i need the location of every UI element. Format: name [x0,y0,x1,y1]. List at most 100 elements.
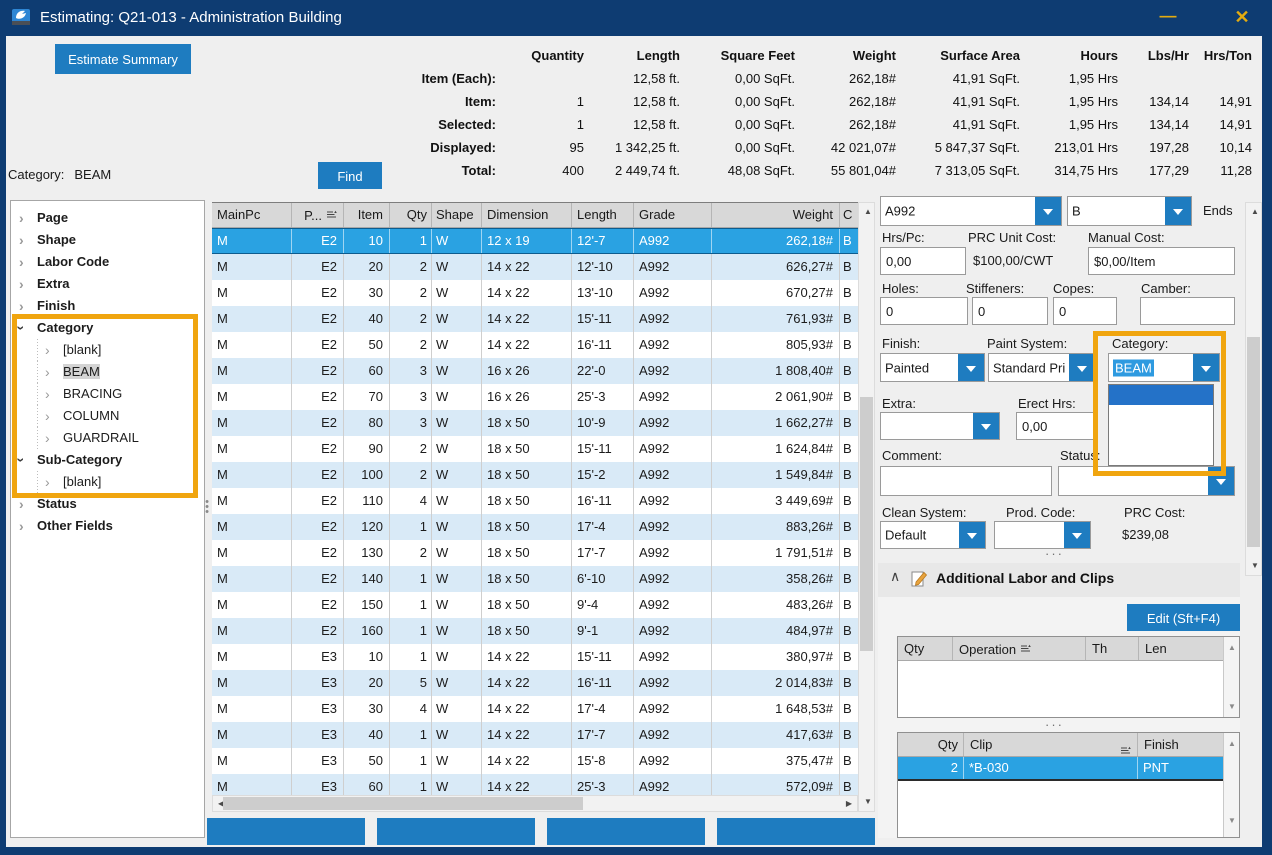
clean-system-combobox[interactable]: Default [880,521,986,549]
clips-col-finish[interactable]: Finish [1138,733,1225,756]
table-row[interactable]: M E2 70 3 W 16 x 26 25'-3 A992 2 061,90#… [212,384,858,410]
comment-field[interactable] [880,466,1052,496]
expander-icon[interactable] [45,339,59,361]
edit-clips-button[interactable]: Edit (Sft+F4) [1127,604,1240,631]
expander-icon[interactable] [19,449,33,471]
estimate-summary-button[interactable]: Estimate Summary [55,44,191,74]
panel-splitter-handle[interactable]: ••• [204,500,210,540]
grid-horizontal-scrollbar[interactable]: ◀ ▶ [212,795,858,812]
table-row[interactable]: M E3 40 1 W 14 x 22 17'-7 A992 417,63# B [212,722,858,748]
expander-icon[interactable] [19,207,33,229]
stiffeners-field[interactable] [972,297,1048,325]
expander-icon[interactable] [19,273,33,295]
ops-col-operation[interactable]: Operation [953,637,1086,660]
tree-item[interactable]: GUARDRAIL [11,427,204,449]
table-row[interactable]: M E2 110 4 W 18 x 50 16'-11 A992 3 449,6… [212,488,858,514]
scroll-right-icon[interactable]: ▶ [846,800,852,808]
close-button[interactable]: ✕ [1222,0,1262,36]
expander-icon[interactable] [19,317,33,339]
clips-scrollbar[interactable]: ▲ ▼ [1223,733,1239,837]
chevron-down-icon[interactable] [1035,197,1061,225]
tree-item[interactable]: Finish [11,295,204,317]
table-row[interactable]: M E2 140 1 W 18 x 50 6'-10 A992 358,26# … [212,566,858,592]
tree-item[interactable]: Other Fields [11,515,204,537]
expander-icon[interactable] [19,229,33,251]
clip-row[interactable]: 2 *B-030 PNT [898,757,1239,781]
tree-item[interactable]: BEAM [11,361,204,383]
chevron-down-icon[interactable] [1064,522,1090,548]
dropdown-option[interactable] [1109,385,1213,405]
footer-button[interactable] [377,818,535,845]
table-row[interactable]: M E2 80 3 W 18 x 50 10'-9 A992 1 662,27#… [212,410,858,436]
clips-col-qty[interactable]: Qty [898,733,964,756]
finish-combobox[interactable]: Painted [880,353,985,382]
manual-cost-field[interactable] [1088,247,1235,275]
expander-icon[interactable] [45,427,59,449]
chevron-down-icon[interactable] [959,522,985,548]
section-splitter-handle[interactable]: ··· [1045,717,1064,732]
expander-icon[interactable] [45,471,59,493]
table-row[interactable]: M E2 90 2 W 18 x 50 15'-11 A992 1 624,84… [212,436,858,462]
table-row[interactable]: M E2 130 2 W 18 x 50 17'-7 A992 1 791,51… [212,540,858,566]
table-row[interactable]: M E3 60 1 W 14 x 22 25'-3 A992 572,09# B [212,774,858,795]
dropdown-option[interactable] [1109,445,1213,465]
tree-item[interactable]: Sub-Category [11,449,204,471]
tree-item[interactable]: [blank] [11,339,204,361]
table-row[interactable]: M E2 120 1 W 18 x 50 17'-4 A992 883,26# … [212,514,858,540]
chevron-down-icon[interactable] [1193,354,1219,381]
expander-icon[interactable] [45,383,59,405]
operations-scrollbar[interactable]: ▲ ▼ [1223,637,1239,717]
table-row[interactable]: M E2 160 1 W 18 x 50 9'-1 A992 484,97# B [212,618,858,644]
extra-combobox[interactable] [880,412,1000,440]
expander-icon[interactable] [19,295,33,317]
erect-hrs-field[interactable] [1016,412,1096,440]
chevron-down-icon[interactable] [1069,354,1095,381]
scroll-up-icon[interactable]: ▲ [1228,739,1236,748]
panel-scroll-thumb[interactable] [1247,337,1260,547]
expander-icon[interactable] [19,493,33,515]
expander-icon[interactable] [45,361,59,383]
chevron-down-icon[interactable] [958,354,984,381]
expander-icon[interactable] [45,405,59,427]
prod-code-combobox[interactable] [994,521,1091,549]
table-row[interactable]: M E2 30 2 W 14 x 22 13'-10 A992 670,27# … [212,280,858,306]
minimize-button[interactable]: — [1148,0,1188,36]
chevron-down-icon[interactable] [1165,197,1191,225]
dropdown-option[interactable] [1109,425,1213,445]
copes-field[interactable] [1053,297,1117,325]
tree-item[interactable]: COLUMN [11,405,204,427]
table-row[interactable]: M E3 30 4 W 14 x 22 17'-4 A992 1 648,53#… [212,696,858,722]
footer-button[interactable] [717,818,875,845]
paint-system-combobox[interactable]: Standard Pri [988,353,1096,382]
panel-vertical-scrollbar[interactable]: ▲ ▼ [1245,202,1262,576]
expander-icon[interactable] [19,251,33,273]
table-row[interactable]: M E2 100 2 W 18 x 50 15'-2 A992 1 549,84… [212,462,858,488]
vertical-scroll-thumb[interactable] [860,397,873,651]
scroll-down-icon[interactable]: ▼ [864,798,872,806]
tree-item[interactable]: [blank] [11,471,204,493]
scroll-up-icon[interactable]: ▲ [864,208,872,216]
table-row[interactable]: M E2 20 2 W 14 x 22 12'-10 A992 626,27# … [212,254,858,280]
col-category[interactable]: C [840,203,858,227]
table-row[interactable]: M E3 10 1 W 14 x 22 15'-11 A992 380,97# … [212,644,858,670]
scroll-down-icon[interactable]: ▼ [1251,562,1259,570]
horizontal-scroll-thumb[interactable] [223,797,583,810]
ops-col-qty[interactable]: Qty [898,637,953,660]
col-weight[interactable]: Weight [712,203,840,227]
holes-field[interactable] [880,297,968,325]
dropdown-option[interactable] [1109,405,1213,425]
tree-item[interactable]: Page [11,207,204,229]
tree-item[interactable]: Extra [11,273,204,295]
scroll-down-icon[interactable]: ▼ [1228,702,1236,711]
table-row[interactable]: M E2 40 2 W 14 x 22 15'-11 A992 761,93# … [212,306,858,332]
ops-col-th[interactable]: Th [1086,637,1139,660]
clips-col-clip[interactable]: Clip [964,733,1138,756]
col-page[interactable]: P... [292,203,344,227]
scroll-up-icon[interactable]: ▲ [1228,643,1236,652]
table-row[interactable]: M E3 20 5 W 14 x 22 16'-11 A992 2 014,83… [212,670,858,696]
scroll-down-icon[interactable]: ▼ [1228,816,1236,825]
collapse-caret-icon[interactable]: ∧ [890,568,900,585]
tree-item[interactable]: Status [11,493,204,515]
col-length[interactable]: Length [572,203,634,227]
tree-item[interactable]: Category [11,317,204,339]
